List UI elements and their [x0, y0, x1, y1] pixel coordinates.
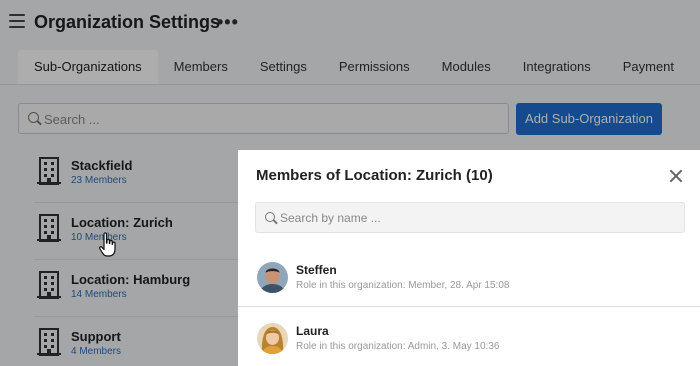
member-search-placeholder: Search by name ...	[280, 211, 381, 225]
member-name[interactable]: Laura	[296, 324, 329, 338]
member-role: Role in this organization: Member, 28. A…	[296, 280, 510, 291]
member-row[interactable]: Laura Role in this organization: Admin, …	[238, 308, 700, 366]
members-modal: Members of Location: Zurich (10) Search …	[238, 150, 700, 366]
modal-title: Members of Location: Zurich (10)	[256, 167, 493, 184]
close-icon[interactable]	[668, 168, 684, 184]
search-icon	[265, 212, 275, 222]
member-role: Role in this organization: Admin, 3. May…	[296, 341, 500, 352]
member-search-input[interactable]: Search by name ...	[255, 202, 685, 233]
hand-pointer-cursor-icon	[99, 232, 116, 257]
member-name[interactable]: Steffen	[296, 263, 337, 277]
member-row[interactable]: Steffen Role in this organization: Membe…	[238, 247, 700, 307]
avatar	[257, 323, 288, 354]
avatar	[257, 262, 288, 293]
